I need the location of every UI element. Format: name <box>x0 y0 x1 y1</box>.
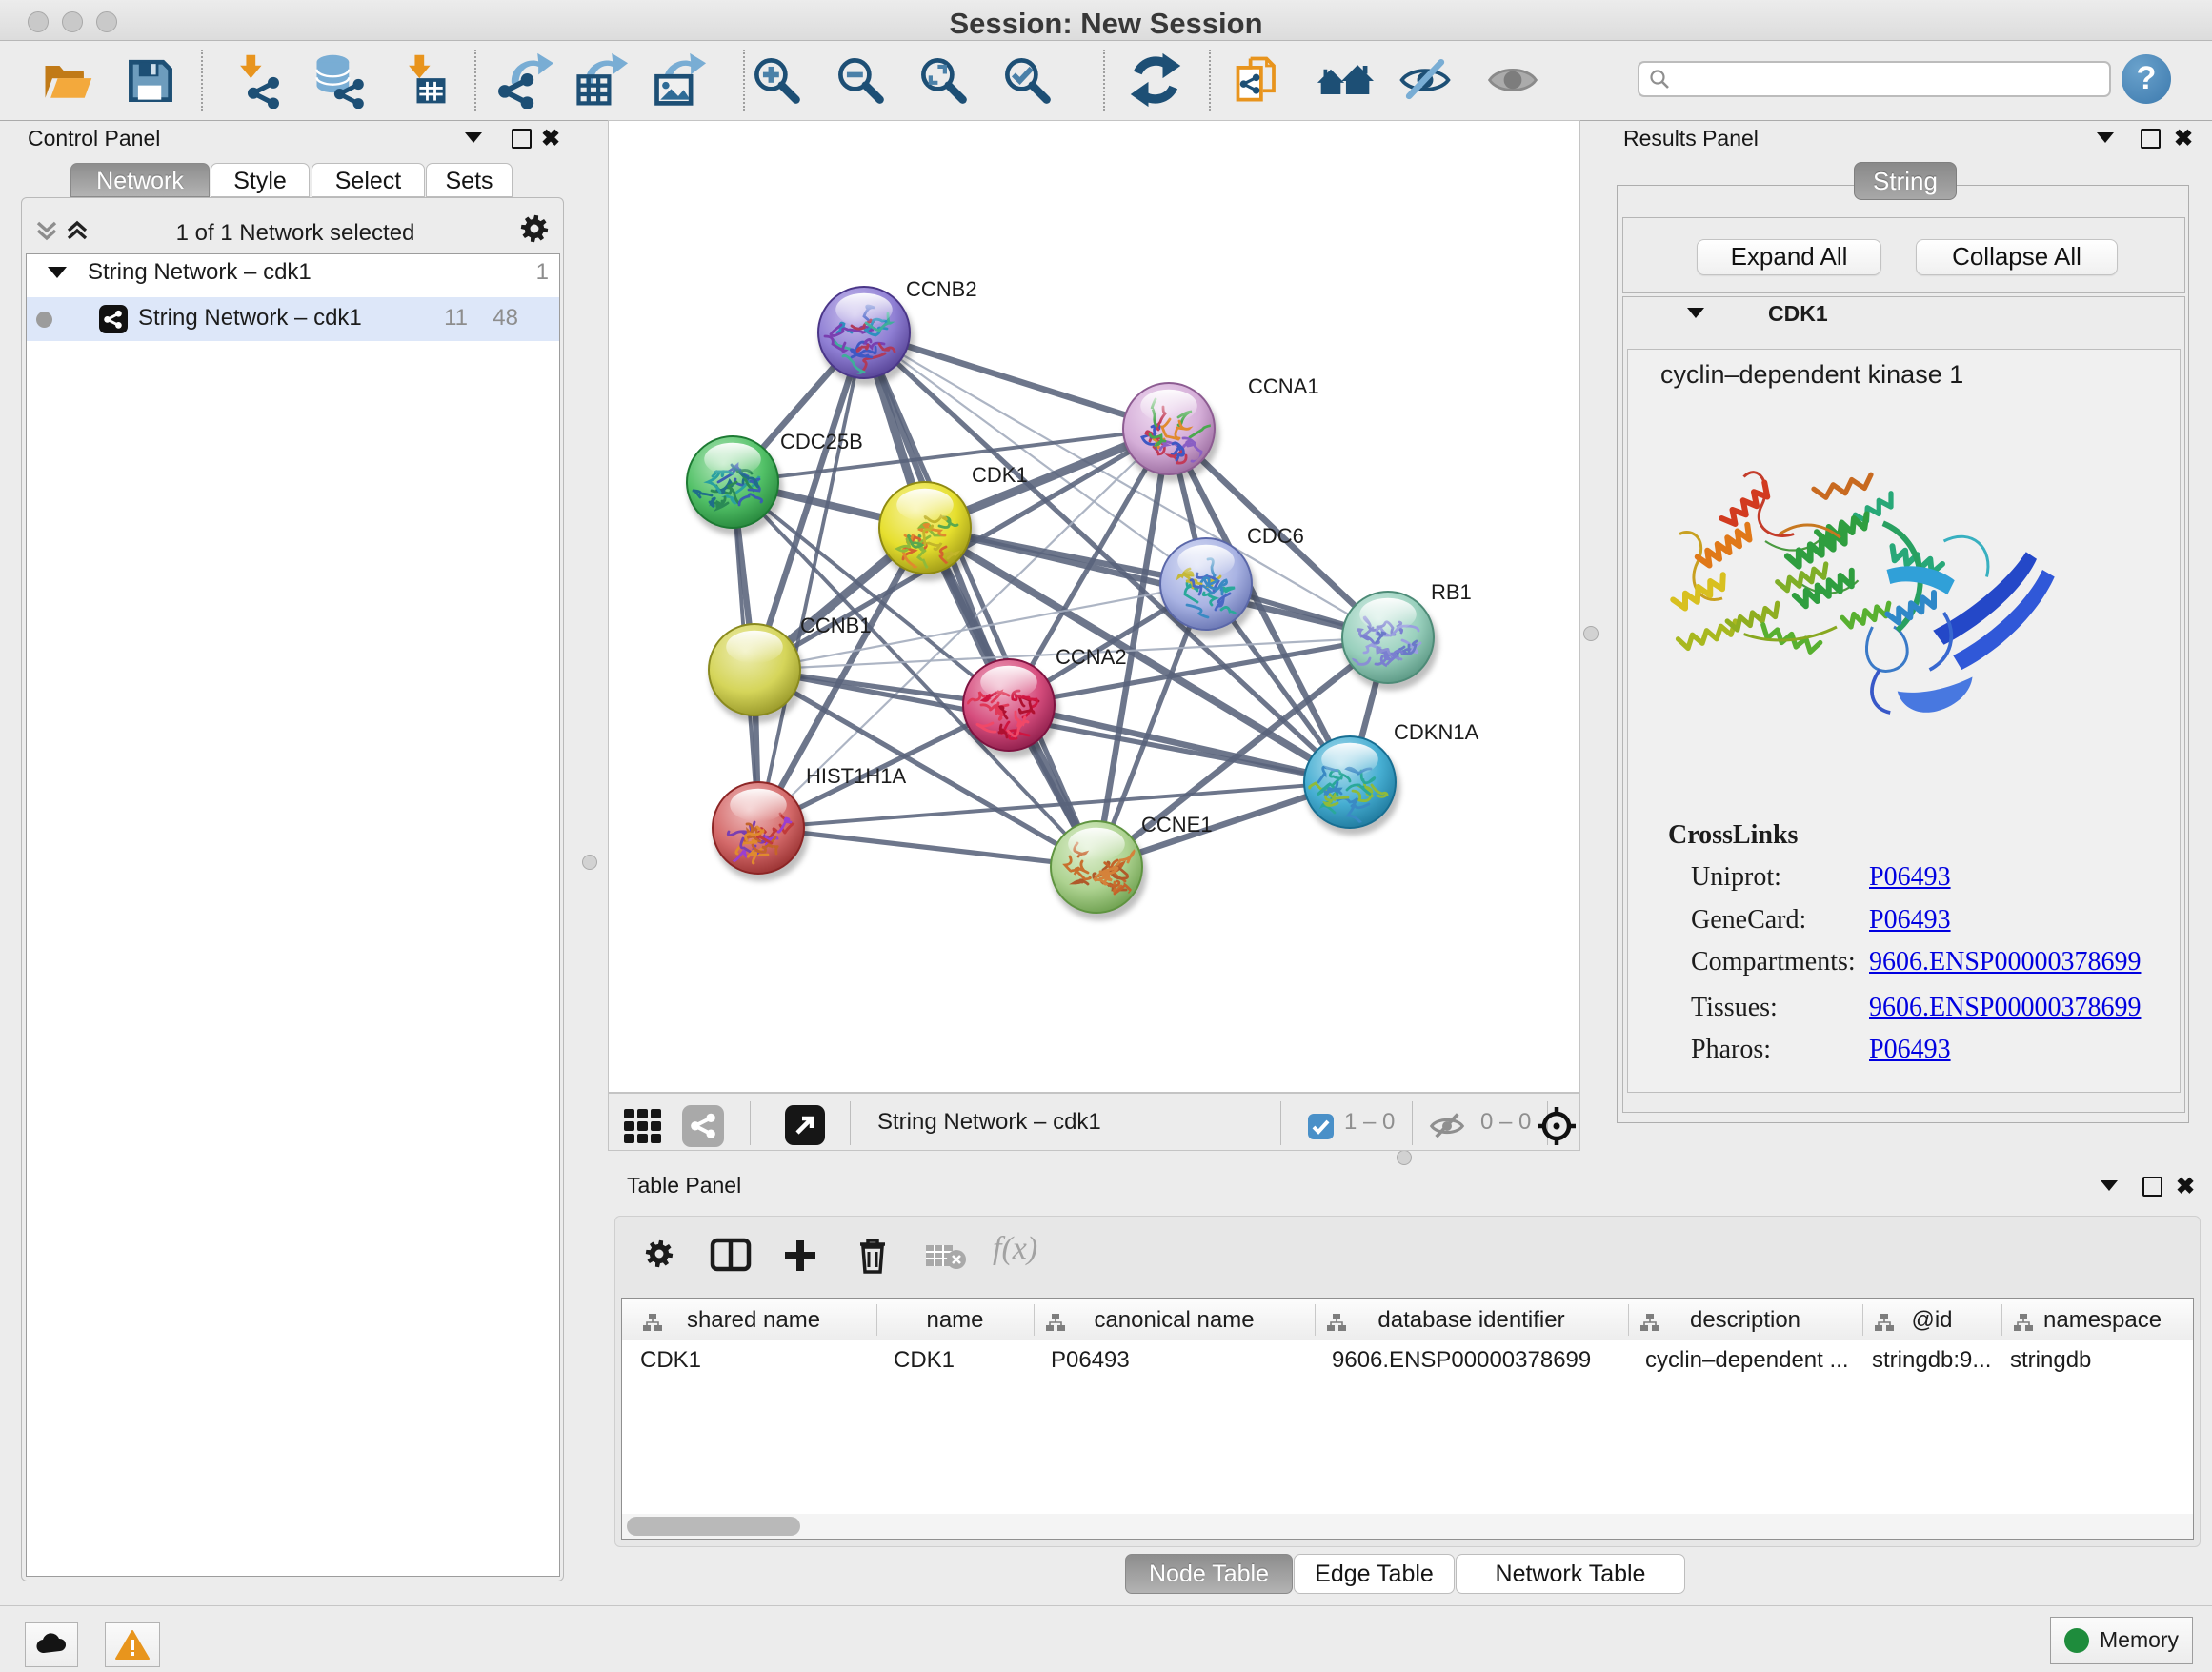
svg-text:HIST1H1A: HIST1H1A <box>806 764 906 788</box>
svg-text:CDK1: CDK1 <box>972 463 1028 487</box>
svg-text:CDC6: CDC6 <box>1247 524 1304 548</box>
svg-text:CCNA2: CCNA2 <box>1056 645 1127 669</box>
svg-text:RB1: RB1 <box>1431 580 1472 604</box>
svg-text:CCNB2: CCNB2 <box>906 277 977 301</box>
svg-text:CCNB1: CCNB1 <box>800 614 872 637</box>
svg-text:CCNA1: CCNA1 <box>1248 374 1319 398</box>
svg-text:CDKN1A: CDKN1A <box>1394 720 1479 744</box>
svg-text:CCNE1: CCNE1 <box>1141 813 1213 836</box>
svg-text:CDC25B: CDC25B <box>780 430 863 453</box>
